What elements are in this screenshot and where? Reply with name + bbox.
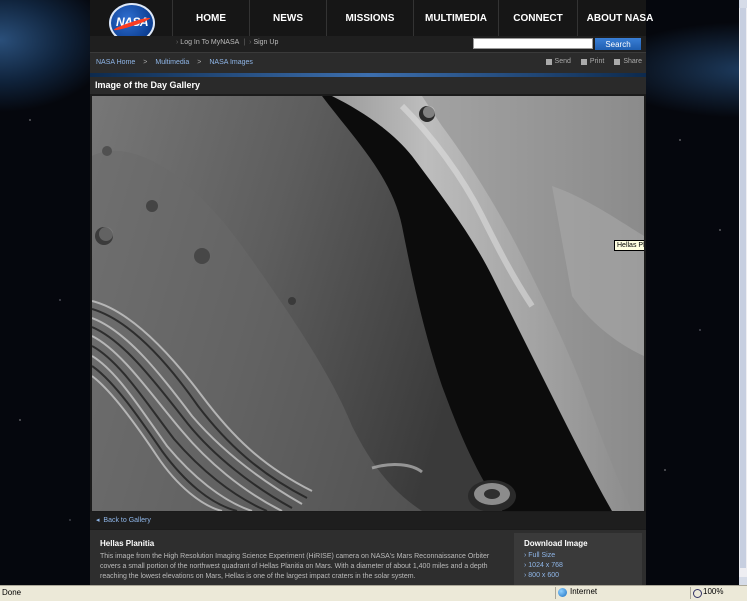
status-text: Done xyxy=(2,588,22,597)
caption-text: This image from the High Resolution Imag… xyxy=(100,553,490,580)
nav-multimedia[interactable]: MULTIMEDIA xyxy=(413,0,498,36)
mars-terrain-graphic xyxy=(92,96,644,511)
share-button[interactable]: Share xyxy=(614,58,642,65)
send-icon xyxy=(545,58,552,65)
breadcrumb-separator: > xyxy=(143,59,148,66)
caption-title: Hellas Planitia xyxy=(100,539,155,548)
nav-connect[interactable]: CONNECT xyxy=(498,0,577,36)
print-icon xyxy=(580,58,587,65)
caption-panel: Hellas Planitia This image from the High… xyxy=(90,530,646,585)
download-800x600[interactable]: › 800 x 600 xyxy=(524,572,559,579)
gallery-title: Image of the Day Gallery xyxy=(95,80,201,90)
scroll-down-arrow-icon[interactable] xyxy=(739,577,747,585)
back-to-gallery-link[interactable]: ◂ Back to Gallery xyxy=(96,516,151,524)
gallery-header: Image of the Day Gallery xyxy=(90,77,646,94)
breadcrumb: NASA Home > Multimedia > NASA Images xyxy=(96,59,253,66)
zoom-level: 100% xyxy=(703,587,724,596)
nav-news[interactable]: NEWS xyxy=(249,0,326,36)
zone-label: Internet xyxy=(570,587,598,596)
scroll-up-arrow-icon[interactable] xyxy=(739,0,747,8)
zoom-icon xyxy=(693,589,702,598)
download-800x600-label: 800 x 600 xyxy=(528,572,560,579)
login-link[interactable]: Log In To MyNASA xyxy=(180,39,239,46)
breadcrumb-nasa-home[interactable]: NASA Home xyxy=(96,59,135,66)
zoom-control[interactable]: 100% xyxy=(690,587,723,599)
download-panel: Download Image › Full Size › 1024 x 768 … xyxy=(514,533,642,585)
back-arrow-icon: ◂ xyxy=(96,517,100,524)
back-to-gallery-label: Back to Gallery xyxy=(103,517,151,524)
back-bar: ◂ Back to Gallery xyxy=(90,512,646,529)
page-frame: NASA HOME NEWS MISSIONS MULTIMEDIA CONNE… xyxy=(90,0,653,585)
breadcrumb-multimedia[interactable]: Multimedia xyxy=(155,59,189,66)
mars-image[interactable]: Hellas Planitia xyxy=(92,96,644,511)
breadcrumb-nasa-images[interactable]: NASA Images xyxy=(209,59,253,66)
account-search-bar: › Log In To MyNASA | › Sign Up Search xyxy=(90,36,646,52)
download-full-size[interactable]: › Full Size xyxy=(524,552,555,559)
download-full-size-label: Full Size xyxy=(528,552,556,559)
breadcrumb-bar: NASA Home > Multimedia > NASA Images Send Pr… xyxy=(90,52,646,73)
vertical-scrollbar[interactable] xyxy=(739,0,747,585)
download-1024x768[interactable]: › 1024 x 768 xyxy=(524,562,563,569)
scrollbar-thumb[interactable] xyxy=(740,8,746,568)
print-label: Print xyxy=(589,58,605,65)
nav-about-nasa[interactable]: ABOUT NASA xyxy=(577,0,662,36)
account-links: › Log In To MyNASA | › Sign Up xyxy=(176,39,279,46)
top-navigation-bar: NASA HOME NEWS MISSIONS MULTIMEDIA CONNE… xyxy=(90,0,653,43)
share-icon xyxy=(614,58,621,65)
main-nav: HOME NEWS MISSIONS MULTIMEDIA CONNECT AB… xyxy=(172,0,662,36)
image-tooltip: Hellas Planitia xyxy=(614,240,644,251)
page-tools: Send Print Share xyxy=(545,58,642,65)
globe-icon xyxy=(558,588,567,597)
print-button[interactable]: Print xyxy=(580,58,605,65)
browser-status-bar: Done Internet 100% xyxy=(0,585,747,601)
nav-home[interactable]: HOME xyxy=(172,0,249,36)
share-label: Share xyxy=(623,58,642,65)
security-zone: Internet xyxy=(555,587,597,599)
search-button[interactable]: Search xyxy=(595,38,641,50)
download-title: Download Image xyxy=(524,539,588,548)
signup-link[interactable]: Sign Up xyxy=(253,39,278,46)
breadcrumb-separator: > xyxy=(197,59,202,66)
send-button[interactable]: Send xyxy=(545,58,571,65)
search-input[interactable] xyxy=(473,38,593,49)
nav-missions[interactable]: MISSIONS xyxy=(326,0,413,36)
download-1024x768-label: 1024 x 768 xyxy=(528,562,563,569)
send-label: Send xyxy=(554,58,571,65)
